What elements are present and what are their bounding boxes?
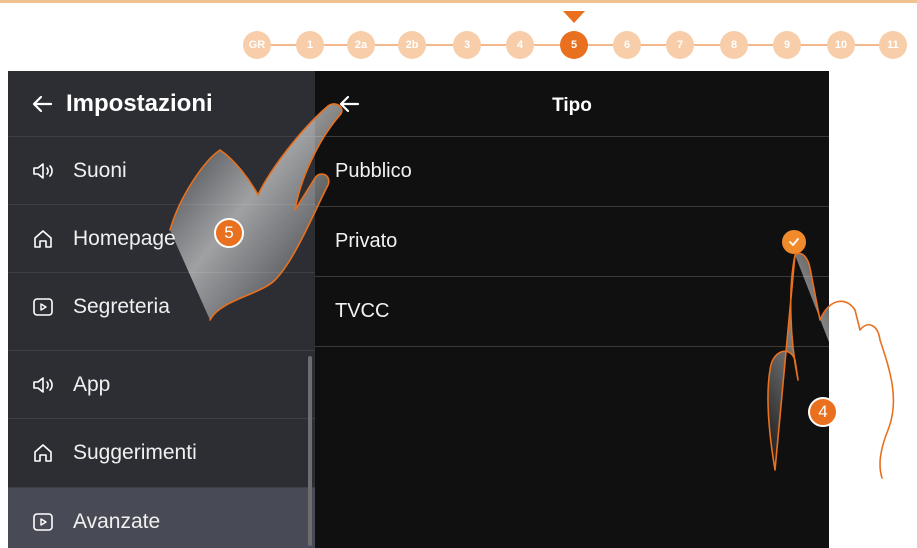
step-gr: GR: [243, 31, 271, 59]
pointing-hand-icon: [169, 103, 343, 321]
step-2a: 2a: [347, 31, 375, 59]
panel-title: Tipo: [552, 95, 592, 116]
sidebar-item-app[interactable]: App: [8, 350, 315, 418]
top-rule: [0, 0, 917, 3]
sidebar-item-avanzate[interactable]: Avanzate: [8, 487, 315, 548]
sidebar-item-label: Suoni: [73, 158, 127, 182]
sidebar-item-label: Avanzate: [73, 509, 161, 533]
step-5: 5: [560, 31, 588, 59]
step-8: 8: [720, 31, 748, 59]
step-2b: 2b: [398, 31, 426, 59]
home-icon: [31, 227, 55, 251]
speaker-icon: [31, 373, 55, 397]
step-7: 7: [666, 31, 694, 59]
step-6: 6: [613, 31, 641, 59]
sidebar-item-suggerimenti[interactable]: Suggerimenti: [8, 418, 315, 486]
step-4: 4: [506, 31, 534, 59]
sidebar-item-label: Suggerimenti: [73, 440, 197, 464]
step-3: 3: [453, 31, 481, 59]
step-indicator: GR 1 2a 2b 3 4 5 6 7 8 9 10 11: [0, 31, 917, 59]
option-pubblico[interactable]: Pubblico: [315, 137, 829, 207]
back-arrow-icon[interactable]: [30, 92, 54, 116]
sidebar-item-label: App: [73, 372, 111, 396]
device-screen: Impostazioni Suoni Homepage Segreteria A…: [8, 71, 829, 548]
callout-4: 4: [808, 397, 838, 427]
play-box-icon: [31, 295, 55, 319]
speaker-icon: [31, 159, 55, 183]
home-icon: [31, 441, 55, 465]
current-step-marker: [563, 11, 585, 23]
step-11: 11: [879, 31, 907, 59]
pointing-hand-icon: [767, 252, 895, 479]
sidebar-scrollbar[interactable]: [308, 356, 312, 546]
play-box-icon: [31, 510, 55, 534]
step-1: 1: [296, 31, 324, 59]
step-9: 9: [773, 31, 801, 59]
callout-5: 5: [214, 218, 244, 248]
step-10: 10: [827, 31, 855, 59]
panel-header: Tipo: [315, 71, 829, 137]
